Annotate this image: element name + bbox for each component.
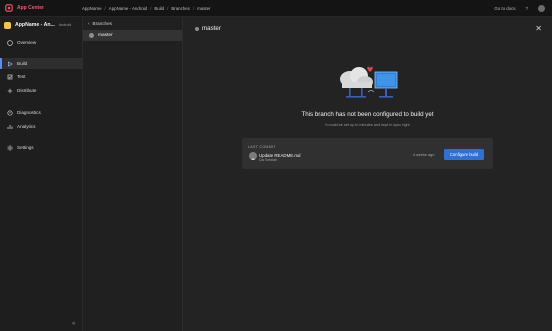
build-icon (6, 60, 13, 67)
collapse-sidebar-icon[interactable]: « (72, 321, 75, 327)
empty-state-illustration (340, 66, 398, 98)
empty-state-subtitle: It could be set up in minutes and kept i… (325, 123, 410, 127)
commit-message[interactable]: Update README.md (259, 153, 300, 158)
sidebar-item-label: Settings (17, 145, 34, 150)
page-title-text: master (202, 25, 221, 32)
breadcrumb-org[interactable]: AppName (82, 6, 102, 11)
branches-title: Branches (92, 21, 112, 26)
branch-status-icon (89, 33, 94, 38)
last-commit-card: LAST COMMIT Update README.md Da Seixiah … (242, 138, 493, 169)
brand[interactable]: App Center (5, 4, 44, 12)
close-icon[interactable]: ✕ (535, 24, 542, 33)
sidebar-item-diagnostics[interactable]: Diagnostics (0, 107, 83, 118)
sidebar-item-label: Distribute (17, 88, 37, 93)
distribute-icon (6, 87, 13, 94)
breadcrumb-separator: / (192, 5, 195, 11)
chevron-left-icon: ‹ (88, 21, 90, 26)
overview-icon (6, 39, 13, 46)
breadcrumb-separator: / (150, 5, 152, 11)
app-center-logo-icon (5, 4, 13, 12)
branch-status-icon (195, 26, 199, 31)
settings-icon (6, 144, 13, 151)
commit-time: 4 weeks ago (413, 153, 435, 157)
sidebar-item-label: Test (17, 74, 26, 79)
app-icon (4, 21, 11, 29)
sidebar: AppName - An... Android Overview Build T… (0, 17, 83, 331)
breadcrumb-separator: / (104, 5, 106, 11)
sidebar-item-distribute[interactable]: Distribute (0, 85, 83, 96)
page-title: master (195, 25, 221, 32)
breadcrumb-app[interactable]: AppName - Android (109, 6, 147, 11)
analytics-icon (6, 123, 13, 130)
configure-build-button[interactable]: Configure build (444, 149, 484, 160)
sidebar-item-build[interactable]: Build (0, 58, 83, 69)
sidebar-item-overview[interactable]: Overview (0, 37, 83, 48)
breadcrumb: AppName / AppName - Android / Build / Br… (82, 6, 211, 11)
breadcrumb-build[interactable]: Build (154, 6, 164, 11)
app-name: AppName - An... (15, 22, 55, 28)
empty-state-title: This branch has not been configured to b… (301, 111, 434, 118)
branches-panel: ‹ Branches master (83, 17, 183, 331)
app-platform-badge: Android (58, 23, 72, 27)
brand-name: App Center (17, 5, 44, 11)
top-right-actions: Go to docs ? (494, 5, 545, 12)
sidebar-item-label: Diagnostics (17, 110, 41, 115)
sidebar-item-label: Build (17, 61, 28, 66)
test-icon (6, 73, 13, 80)
main-panel: master ✕ This branch has not been config… (183, 17, 552, 331)
docs-link[interactable]: Go to docs (494, 6, 515, 11)
sidebar-item-analytics[interactable]: Analytics (0, 121, 83, 132)
sidebar-item-label: Overview (17, 40, 37, 45)
sidebar-item-test[interactable]: Test (0, 71, 83, 82)
commit-author: Da Seixiah (259, 158, 278, 162)
commit-author-avatar (249, 152, 257, 160)
branch-name: master (98, 33, 113, 38)
question-icon[interactable]: ? (526, 6, 528, 11)
breadcrumb-branches[interactable]: Branches (171, 6, 190, 11)
breadcrumb-branch: master (197, 5, 211, 11)
top-bar: App Center AppName / AppName - Android /… (0, 0, 552, 17)
sidebar-item-label: Analytics (17, 124, 36, 129)
diagnostics-icon (6, 109, 13, 116)
sidebar-item-settings[interactable]: Settings (0, 142, 83, 153)
branches-header[interactable]: ‹ Branches (88, 21, 112, 26)
user-avatar[interactable] (538, 5, 545, 12)
branch-list-item[interactable]: master (83, 30, 182, 41)
last-commit-label: LAST COMMIT (248, 145, 276, 149)
breadcrumb-separator: / (167, 5, 169, 11)
app-selector[interactable]: AppName - An... Android (4, 20, 80, 30)
